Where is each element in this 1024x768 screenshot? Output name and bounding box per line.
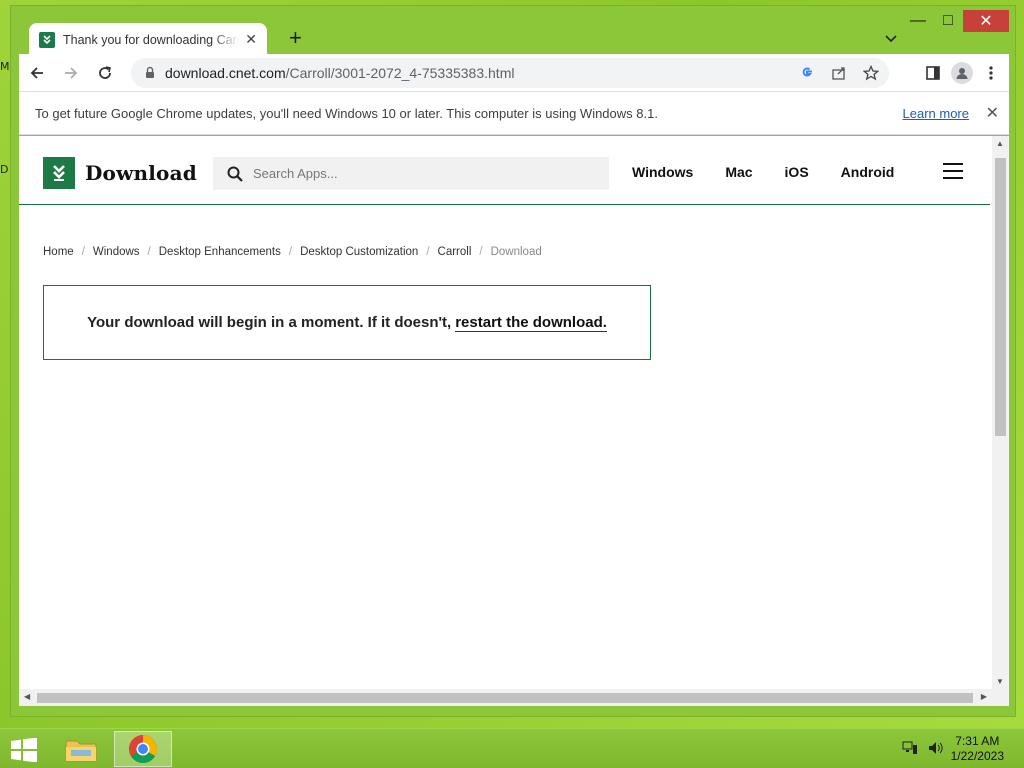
nav-mac[interactable]: Mac	[725, 164, 752, 180]
clock-date: 1/22/2023	[950, 749, 1004, 763]
profile-avatar-icon[interactable]	[951, 61, 973, 84]
cnet-favicon-icon	[39, 31, 55, 48]
google-translate-icon[interactable]	[795, 61, 819, 85]
update-infobar: To get future Google Chrome updates, you…	[19, 91, 1009, 135]
url-host: download.cnet.com	[165, 64, 286, 81]
horizontal-scrollbar[interactable]: ◀ ▶	[19, 689, 1009, 706]
breadcrumb-home[interactable]: Home	[43, 246, 74, 258]
restart-download-link[interactable]: restart the download.	[455, 314, 607, 332]
desktop-icon-fragment: D	[0, 163, 9, 176]
nav-windows[interactable]: Windows	[632, 164, 693, 180]
desktop-icon-fragment: M	[0, 60, 10, 73]
infobar-message: To get future Google Chrome updates, you…	[35, 105, 658, 121]
scroll-up-icon[interactable]: ▲	[996, 139, 1004, 148]
platform-nav: Windows Mac iOS Android	[632, 164, 926, 180]
site-header: Download Windows Mac iOS Android	[19, 136, 990, 205]
tab-active[interactable]: Thank you for downloading Carroll ✕	[29, 23, 267, 56]
page-viewport: Download Windows Mac iOS Android Home/ W…	[19, 136, 1009, 706]
taskbar-clock[interactable]: 7:31 AM 1/22/2023	[951, 734, 1004, 764]
vertical-scrollbar[interactable]: ▲ ▼	[992, 136, 1009, 689]
windows-start-icon[interactable]	[10, 737, 38, 767]
breadcrumb-current: Download	[490, 246, 542, 258]
system-tray	[902, 741, 944, 760]
network-icon[interactable]	[902, 741, 918, 760]
breadcrumb: Home / Windows / Desktop Enhancements / Des…	[43, 246, 542, 258]
share-icon[interactable]	[827, 61, 851, 85]
search-icon	[227, 166, 243, 182]
breadcrumb-carroll[interactable]: Carroll	[438, 246, 472, 258]
back-icon[interactable]	[21, 57, 53, 89]
tab-close-icon[interactable]: ✕	[245, 31, 257, 48]
reload-icon[interactable]	[89, 57, 121, 89]
infobar-close-icon[interactable]: ✕	[986, 103, 999, 123]
horizontal-scroll-thumb[interactable]	[37, 693, 973, 703]
bookmark-star-icon[interactable]	[859, 61, 883, 85]
nav-android[interactable]: Android	[841, 164, 895, 180]
browser-toolbar: download.cnet.com/Carroll/3001-2072_4-75…	[19, 54, 1009, 91]
address-bar[interactable]: download.cnet.com/Carroll/3001-2072_4-75…	[131, 57, 889, 88]
file-explorer-icon[interactable]	[52, 731, 110, 767]
download-notice: Your download will begin in a moment. If…	[43, 285, 651, 360]
download-message: Your download will begin in a moment. If…	[87, 314, 452, 331]
side-panel-icon[interactable]	[921, 61, 945, 85]
lock-icon[interactable]	[143, 66, 157, 80]
nav-ios[interactable]: iOS	[785, 164, 809, 180]
new-tab-button[interactable]: +	[289, 26, 302, 50]
scroll-down-icon[interactable]: ▼	[996, 677, 1004, 686]
scroll-left-icon[interactable]: ◀	[24, 692, 30, 701]
site-search[interactable]	[213, 157, 609, 190]
site-logo[interactable]: Download	[43, 157, 197, 189]
chrome-taskbar-icon[interactable]	[114, 731, 172, 767]
url-path: /Carroll/3001-2072_4-75335383.html	[285, 64, 515, 81]
tab-strip: Thank you for downloading Carroll ✕ +	[19, 18, 1015, 56]
hamburger-menu-icon[interactable]	[943, 163, 963, 184]
download-logo-icon	[43, 157, 75, 189]
clock-time: 7:31 AM	[955, 734, 1000, 748]
search-input[interactable]	[253, 166, 583, 181]
forward-icon[interactable]	[55, 57, 87, 89]
scroll-right-icon[interactable]: ▶	[981, 692, 987, 701]
learn-more-link[interactable]: Learn more	[903, 106, 969, 121]
vertical-scroll-thumb[interactable]	[995, 158, 1006, 436]
more-menu-icon[interactable]	[979, 61, 1003, 85]
tab-search-chevron-icon[interactable]	[885, 30, 897, 46]
breadcrumb-desktop-customization[interactable]: Desktop Customization	[300, 246, 418, 258]
tab-title: Thank you for downloading Carroll	[63, 32, 239, 47]
logo-text: Download	[85, 161, 197, 185]
breadcrumb-windows[interactable]: Windows	[93, 246, 140, 258]
browser-window: — □ ✕ Thank you for downloading Carroll …	[10, 5, 1016, 717]
taskbar: 7:31 AM 1/22/2023	[0, 728, 1024, 768]
volume-icon[interactable]	[928, 741, 944, 760]
breadcrumb-desktop-enhancements[interactable]: Desktop Enhancements	[159, 246, 281, 258]
